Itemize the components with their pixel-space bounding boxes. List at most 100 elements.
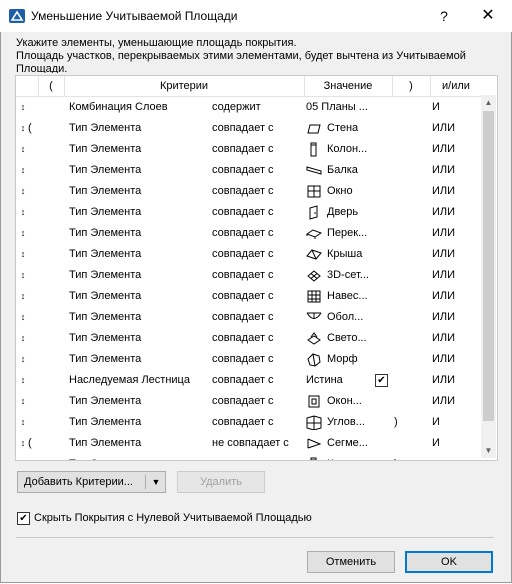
criteria-row[interactable]: ↕ Тип Элемента совпадает с Морф ИЛИ <box>16 349 482 370</box>
right-paren-cell[interactable] <box>394 349 404 370</box>
criteria-row[interactable]: ↕ Тип Элемента совпадает с Углов...) И <box>16 412 482 433</box>
criterion-cell[interactable]: Тип Элемента <box>69 349 209 370</box>
drag-handle-icon[interactable]: ↕ <box>18 370 28 391</box>
value-cell[interactable]: Окно <box>327 181 389 202</box>
add-criteria-button[interactable]: Добавить Критерии... ▼ <box>17 471 166 493</box>
left-paren-cell[interactable] <box>28 244 38 265</box>
and-or-cell[interactable]: ИЛИ <box>432 391 472 412</box>
value-cell[interactable]: Углов... <box>327 412 389 433</box>
criterion-cell[interactable]: Тип Элемента <box>69 139 209 160</box>
value-cell[interactable]: 05 Планы ... <box>306 97 386 118</box>
left-paren-cell[interactable] <box>28 265 38 286</box>
drag-handle-icon[interactable]: ↕ <box>18 286 28 307</box>
value-cell[interactable]: 3D-сет... <box>327 265 389 286</box>
drag-handle-icon[interactable]: ↕ <box>18 139 28 160</box>
header-andor[interactable]: и/или <box>430 76 482 96</box>
left-paren-cell[interactable]: ( <box>28 118 38 139</box>
criteria-row[interactable]: ↕ Тип Элементасовпадает с Колон...) <box>16 454 482 460</box>
header-rparen[interactable]: ) <box>392 76 431 96</box>
left-paren-cell[interactable] <box>28 286 38 307</box>
value-cell[interactable]: Свето... <box>327 328 389 349</box>
criteria-row[interactable]: ↕ Тип Элемента совпадает с Окон... ИЛИ <box>16 391 482 412</box>
operator-cell[interactable]: совпадает с <box>212 181 304 202</box>
criterion-cell[interactable]: Тип Элемента <box>69 454 209 460</box>
criteria-row[interactable]: ↕ Тип Элемента совпадает с 3D-сет... ИЛИ <box>16 265 482 286</box>
operator-cell[interactable]: совпадает с <box>212 118 304 139</box>
operator-cell[interactable]: совпадает с <box>212 265 304 286</box>
left-paren-cell[interactable] <box>28 223 38 244</box>
value-cell[interactable]: Навес... <box>327 286 389 307</box>
and-or-cell[interactable]: ИЛИ <box>432 139 472 160</box>
drag-handle-icon[interactable]: ↕ <box>18 244 28 265</box>
chevron-down-icon[interactable]: ▼ <box>149 472 163 492</box>
criteria-row[interactable]: ↕ Комбинация Слоев содержит 05 Планы ... И <box>16 97 482 118</box>
drag-handle-icon[interactable]: ↕ <box>18 328 28 349</box>
drag-handle-icon[interactable]: ↕ <box>18 307 28 328</box>
right-paren-cell[interactable] <box>394 139 404 160</box>
and-or-cell[interactable]: ИЛИ <box>432 265 472 286</box>
operator-cell[interactable]: совпадает с <box>212 391 304 412</box>
operator-cell[interactable]: совпадает с <box>212 160 304 181</box>
and-or-cell[interactable]: И <box>432 433 472 454</box>
value-cell[interactable]: Стена <box>327 118 389 139</box>
cancel-button[interactable]: Отменить <box>307 551 395 573</box>
left-paren-cell[interactable]: ( <box>28 433 38 454</box>
left-paren-cell[interactable] <box>28 97 38 118</box>
operator-cell[interactable]: содержит <box>212 97 304 118</box>
criterion-cell[interactable]: Тип Элемента <box>69 391 209 412</box>
left-paren-cell[interactable] <box>28 181 38 202</box>
and-or-cell[interactable]: И <box>432 412 472 433</box>
and-or-cell[interactable]: И <box>432 97 472 118</box>
operator-cell[interactable]: совпадает с <box>212 244 304 265</box>
value-cell[interactable]: Колон... <box>327 139 389 160</box>
operator-cell[interactable]: не совпадает с <box>212 433 304 454</box>
criterion-cell[interactable]: Тип Элемента <box>69 181 209 202</box>
operator-cell[interactable]: совпадает с <box>212 412 304 433</box>
left-paren-cell[interactable] <box>28 412 38 433</box>
criteria-row[interactable]: ↕ Тип Элемента совпадает с Перек... ИЛИ <box>16 223 482 244</box>
right-paren-cell[interactable] <box>394 244 404 265</box>
right-paren-cell[interactable] <box>394 307 404 328</box>
value-cell[interactable]: Дверь <box>327 202 389 223</box>
value-cell[interactable]: Крыша <box>327 244 389 265</box>
criterion-cell[interactable]: Тип Элемента <box>69 412 209 433</box>
value-cell[interactable]: Балка <box>327 160 389 181</box>
right-paren-cell[interactable] <box>394 181 404 202</box>
operator-cell[interactable]: совпадает с <box>212 223 304 244</box>
criteria-row[interactable]: ↕(Тип Элемента не совпадает с Сегме... И <box>16 433 482 454</box>
left-paren-cell[interactable] <box>28 454 38 460</box>
criteria-row[interactable]: ↕ Тип Элемента совпадает с Колон... ИЛИ <box>16 139 482 160</box>
operator-cell[interactable]: совпадает с <box>212 139 304 160</box>
criteria-row[interactable]: ↕ Тип Элемента совпадает с Крыша ИЛИ <box>16 244 482 265</box>
and-or-cell[interactable]: ИЛИ <box>432 160 472 181</box>
drag-handle-icon[interactable]: ↕ <box>18 202 28 223</box>
criterion-cell[interactable]: Тип Элемента <box>69 160 209 181</box>
right-paren-cell[interactable] <box>394 286 404 307</box>
criteria-row[interactable]: ↕(Тип Элемента совпадает с Стена ИЛИ <box>16 118 482 139</box>
value-cell[interactable]: Перек... <box>327 223 389 244</box>
and-or-cell[interactable]: ИЛИ <box>432 223 472 244</box>
scroll-down-arrow[interactable]: ▼ <box>481 443 496 458</box>
close-button[interactable]: ✕ <box>477 4 499 28</box>
criterion-cell[interactable]: Тип Элемента <box>69 223 209 244</box>
value-checkbox[interactable]: ✔ <box>375 374 388 387</box>
operator-cell[interactable]: совпадает с <box>212 454 304 460</box>
criteria-row[interactable]: ↕ Тип Элемента совпадает с Дверь ИЛИ <box>16 202 482 223</box>
criteria-row[interactable]: ↕ Тип Элемента совпадает с Обол... ИЛИ <box>16 307 482 328</box>
left-paren-cell[interactable] <box>28 349 38 370</box>
value-cell[interactable]: Сегме... <box>327 433 389 454</box>
left-paren-cell[interactable] <box>28 370 38 391</box>
value-cell[interactable]: Колон... <box>327 454 389 460</box>
left-paren-cell[interactable] <box>28 328 38 349</box>
left-paren-cell[interactable] <box>28 139 38 160</box>
right-paren-cell[interactable] <box>394 433 404 454</box>
drag-handle-icon[interactable]: ↕ <box>18 160 28 181</box>
criterion-cell[interactable]: Наследуемая Лестница <box>69 370 209 391</box>
right-paren-cell[interactable] <box>394 328 404 349</box>
ok-button[interactable]: OK <box>405 551 493 573</box>
and-or-cell[interactable]: ИЛИ <box>432 181 472 202</box>
and-or-cell[interactable]: ИЛИ <box>432 349 472 370</box>
right-paren-cell[interactable] <box>394 370 404 391</box>
value-cell[interactable]: Окон... <box>327 391 389 412</box>
right-paren-cell[interactable]: ) <box>394 412 404 433</box>
